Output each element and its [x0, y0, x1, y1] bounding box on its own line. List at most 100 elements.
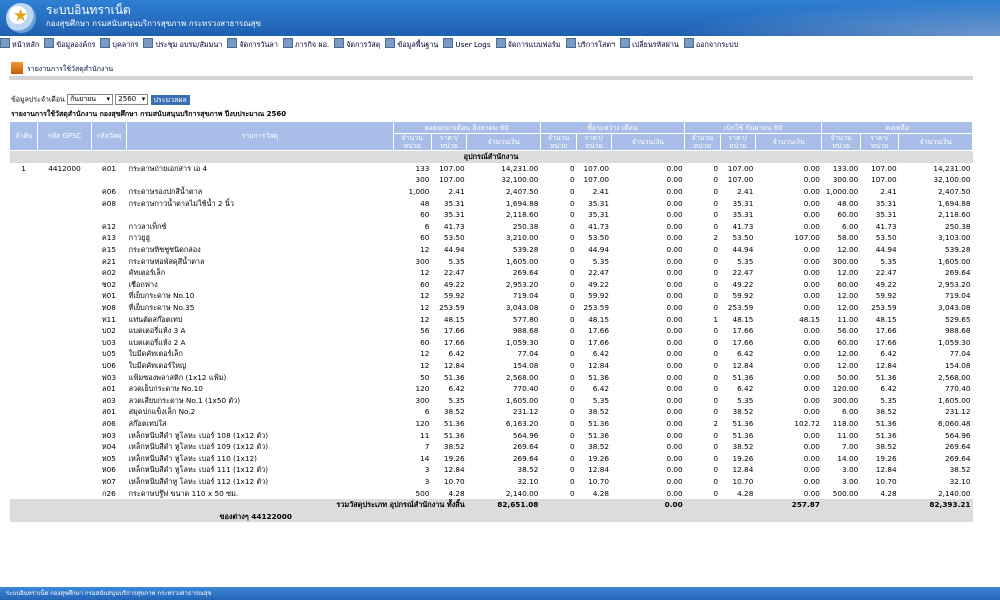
table-cell: เหล็กหนีบสีดำ หูโลหะ เบอร์ 110 (1x12) [128, 453, 257, 463]
menu-item-9[interactable]: จัดการแบบฟอร์ม [495, 38, 561, 51]
table-cell: 770.40 [944, 384, 971, 394]
menu-item-12[interactable]: ออกจากระบบ [683, 38, 738, 51]
table-cell: 564.96 [512, 430, 539, 440]
table-row: 60 35.31 2,118.60 0 35.31 0.00 0 35.31 0.00 60.00… [10, 209, 973, 221]
table-cell: บ05 [101, 349, 116, 359]
table-cell: 12.00 [837, 268, 859, 278]
table-cell: 56 [420, 326, 430, 336]
table-cell: 12 [420, 303, 430, 313]
menu-item-1[interactable]: ข้อมูลองค์กร [44, 38, 95, 51]
table-cell: 35.31 [875, 198, 897, 208]
table-row: 1 4412000 ค01 กระดาษถ่ายเอกสาร เอ 4 133 107.0… [10, 163, 973, 175]
table-cell [10, 197, 38, 209]
table-cell [10, 406, 38, 418]
table-cell: 3.00 [842, 465, 859, 475]
table-cell: 19.26 [875, 453, 897, 463]
table-cell: 50 [420, 372, 430, 382]
table-cell: 11.00 [837, 314, 859, 324]
table-cell: 0 [713, 384, 719, 394]
year-select[interactable]: 2560 ▾ [115, 94, 149, 105]
table-cell: 0 [570, 326, 575, 336]
table-cell: 12.00 [837, 349, 859, 359]
table-cell [38, 476, 91, 488]
menu-item-11[interactable]: เปลี่ยนรหัสผ่าน [620, 38, 679, 51]
chevron-down-icon: ▾ [106, 95, 111, 103]
table-cell: 0 [570, 465, 575, 475]
table-cell: 6.42 [592, 384, 610, 394]
table-cell: 12.84 [588, 360, 610, 370]
table-cell: 51.36 [588, 418, 610, 428]
table-cell: 1,000.00 [825, 187, 859, 197]
table-cell: 300 [415, 256, 430, 266]
menu-item-6[interactable]: จัดการวัสดุ [334, 38, 380, 51]
table-cell [10, 313, 38, 325]
table-cell: 7.00 [842, 442, 859, 452]
table-cell: 51.36 [732, 372, 754, 382]
table-cell: 0.00 [803, 349, 820, 359]
table-cell: 539.28 [512, 245, 539, 255]
table-cell: 35.31 [732, 210, 754, 220]
menu-item-10[interactable]: บริการโสตฯ [565, 38, 615, 51]
table-cell: 0 [570, 210, 575, 220]
report-table: ลำดับ รหัส GPSC รหัสวัสดุ รายการวัสดุ ยอ… [8, 121, 973, 522]
menu-icon [385, 38, 396, 48]
table-cell: ช02 [101, 279, 117, 289]
table-cell: 60.00 [837, 279, 859, 289]
table-cell: 107.00 [871, 163, 897, 173]
report-icon [11, 62, 23, 74]
table-cell: 107.00 [439, 163, 465, 173]
table-cell: 17.66 [732, 326, 754, 336]
page-title: รายงานการใช้วัสดุสำนักงาน [11, 62, 113, 75]
menu-item-7[interactable]: ข้อมูลพื้นฐาน [385, 38, 438, 51]
table-cell: 0 [713, 372, 719, 382]
menu-item-3[interactable]: ประชุม อบรม/สัมมนา [143, 38, 222, 51]
menu-item-8[interactable]: User Logs [443, 38, 491, 51]
table-cell: 2,118.60 [505, 210, 539, 220]
table-cell: 0.00 [803, 442, 820, 452]
table-cell: 35.31 [443, 210, 465, 220]
menu-item-5[interactable]: ภารกิจ ผอ. [282, 38, 329, 51]
table-cell: 6.00 [842, 407, 859, 417]
table-cell: 500 [415, 488, 430, 498]
table-cell [38, 279, 91, 291]
table-cell: 0 [570, 221, 575, 231]
menu-item-2[interactable]: บุคลากร [100, 38, 138, 51]
table-cell: 3,103.00 [938, 233, 971, 243]
table-cell: 0 [713, 453, 719, 463]
table-cell: 41.73 [875, 221, 897, 231]
table-cell: 0 [570, 430, 575, 440]
subcol-amt: จำนวนเงิน [610, 133, 686, 151]
table-cell: ค01 [101, 163, 116, 173]
table-cell: 32,100.00 [933, 175, 971, 185]
table-cell: 2,118.60 [938, 210, 971, 220]
table-cell [38, 406, 91, 418]
page-title-text: รายงานการใช้วัสดุสำนักงาน [27, 65, 114, 73]
table-cell: 0.00 [803, 337, 820, 347]
table-cell: 60 [420, 210, 430, 220]
table-cell: 3 [424, 465, 430, 475]
table-cell: 133.00 [832, 163, 859, 173]
table-cell: 2.41 [737, 187, 754, 197]
app-title: ระบบอินทราเน็ต [46, 3, 131, 17]
table-cell: 12.00 [837, 303, 859, 313]
report-title: รายงานการใช้วัสดุสำนักงาน กองสุขศึกษา กร… [11, 110, 287, 118]
table-row: ส06 สก๊อตเทปใส 120 51.36 6,163.20 0 51.36 0.00 2… [10, 418, 973, 430]
table-cell: ห07 [101, 476, 116, 486]
total-label: รวมวัสดุประเภท อุปกรณ์สำนักงาน ทั้งสิ้น [9, 498, 467, 511]
table-cell: 38.52 [443, 407, 465, 417]
table-cell: 107.00 [583, 175, 610, 185]
menu-item-4[interactable]: จัดการวันลา [227, 38, 278, 51]
table-cell: 51.36 [875, 418, 897, 428]
table-cell: 0 [713, 187, 719, 197]
subcol-qty: จำนวน หน่วย [821, 133, 861, 151]
table-cell: 0 [570, 418, 575, 428]
menu-item-0[interactable]: หน้าหลัก [0, 38, 39, 51]
table-cell: 51.36 [588, 372, 610, 382]
table-cell: ท11 [101, 314, 116, 324]
process-button[interactable]: ประมวลผล [150, 94, 190, 105]
table-cell: 6.42 [592, 349, 610, 359]
table-cell: 0 [570, 476, 575, 486]
table-cell: 4.28 [880, 488, 897, 498]
month-select[interactable]: กันยายน ▾ [67, 94, 114, 105]
main-menu: หน้าหลัก ข้อมูลองค์กร บุคลากร ประชุม อบรม/ส… [0, 38, 1000, 51]
